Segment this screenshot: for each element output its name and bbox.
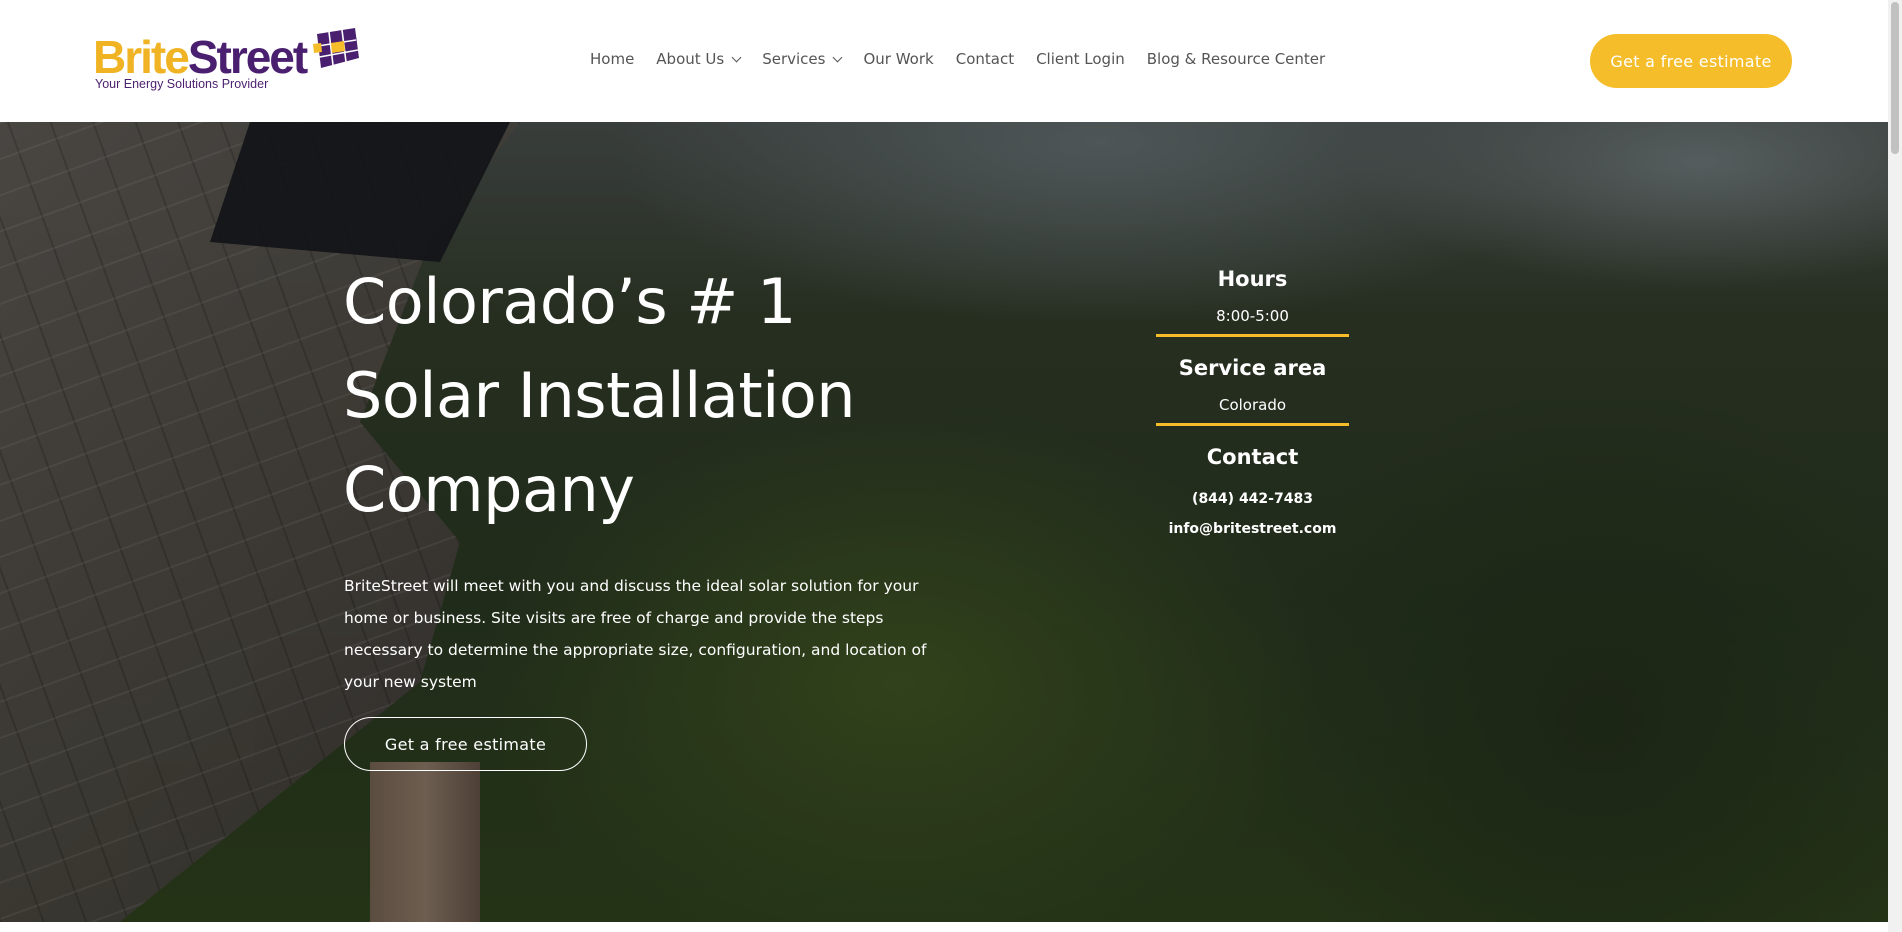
nav-our-work-label: Our Work [863, 50, 934, 68]
nav-our-work[interactable]: Our Work [863, 50, 933, 68]
service-area-value: Colorado [1218, 396, 1287, 414]
hours-value: 8:00-5:00 [1216, 307, 1289, 325]
info-panel: Hours 8:00-5:00 Service area Colorado Co… [1156, 262, 1349, 544]
nav-blog-resource-center[interactable]: Blog & Resource Center [1147, 50, 1325, 68]
nav-about-us[interactable]: About Us [656, 50, 742, 68]
hero-title-line-2: Solar Installation [343, 359, 856, 432]
page-scrollbar[interactable] [1888, 0, 1902, 932]
hero-title-line-1: Colorado’s # 1 [343, 265, 796, 338]
chevron-down-icon [731, 52, 742, 62]
nav-contact-label: Contact [955, 50, 1015, 68]
chevron-down-icon [833, 52, 843, 62]
nav-contact[interactable]: Contact [956, 50, 1014, 68]
logo-tagline: Your Energy Solutions Provider [95, 77, 269, 91]
nav-blog-label: Blog & Resource Center [1146, 50, 1326, 68]
nav-services-label: Services [762, 50, 826, 68]
solar-panel-image [210, 122, 510, 262]
service-area-heading: Service area [1178, 356, 1327, 380]
nav-home-label: Home [590, 50, 635, 68]
divider [1156, 334, 1349, 337]
nav-services[interactable]: Services [762, 50, 843, 68]
nav-home[interactable]: Home [590, 50, 634, 68]
divider [1156, 423, 1349, 426]
phone-link[interactable]: (844) 442-7483 [1156, 484, 1349, 514]
britestreet-logo[interactable]: BriteStreet Your Energy Solutions Provid… [93, 28, 359, 94]
header-estimate-button[interactable]: Get a free estimate [1590, 34, 1792, 88]
hero-title-line-3: Company [343, 453, 635, 526]
logo-brite-text: Brite [93, 31, 190, 83]
site-header: BriteStreet Your Energy Solutions Provid… [0, 0, 1888, 122]
hero-title: Colorado’s # 1 Solar Installation Compan… [343, 255, 1063, 537]
solar-grid-logo-icon [313, 28, 359, 68]
hero-estimate-button[interactable]: Get a free estimate [344, 717, 587, 771]
nav-client-login-label: Client Login [1036, 50, 1125, 68]
hero-description: BriteStreet will meet with you and discu… [344, 577, 927, 691]
main-nav: Home About Us Services Our Work Contact … [590, 50, 1347, 68]
email-link[interactable]: info@britestreet.com [1156, 514, 1349, 544]
logo-wordmark: BriteStreet [93, 31, 308, 83]
hours-heading: Hours [1217, 267, 1288, 291]
contact-heading: Contact [1206, 445, 1299, 469]
logo-street-text: Street [187, 31, 308, 83]
nav-client-login[interactable]: Client Login [1036, 50, 1125, 68]
stone-post-image [370, 762, 480, 922]
page-bottom-strip [0, 922, 1888, 932]
nav-about-us-label: About Us [656, 50, 725, 68]
scrollbar-thumb[interactable] [1891, 2, 1899, 154]
